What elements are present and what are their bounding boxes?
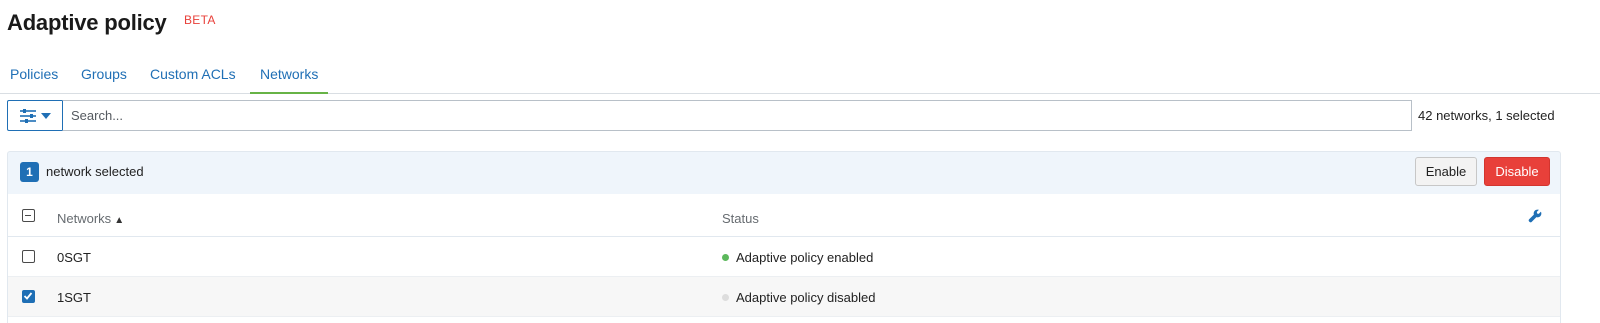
page-title: Adaptive policy (7, 10, 167, 35)
row-checkbox[interactable] (22, 250, 35, 263)
select-all-checkbox[interactable] (22, 209, 35, 222)
tab-custom-acls[interactable]: Custom ACLs (140, 56, 246, 94)
row-checkbox[interactable] (22, 290, 35, 303)
table-header: Networks ▲ Status (8, 194, 1560, 237)
tab-bar: Policies Groups Custom ACLs Networks (0, 56, 1600, 94)
table-row[interactable]: 0SGT Adaptive policy enabled (8, 237, 1560, 277)
selection-bar: 1 network selected Enable Disable (7, 151, 1561, 194)
selected-label: network selected (46, 164, 144, 179)
tab-policies[interactable]: Policies (0, 56, 68, 94)
status-disabled-dot-icon (722, 294, 729, 301)
network-name: 0SGT (57, 250, 91, 265)
network-count: 42 networks, 1 selected (1418, 108, 1555, 123)
enable-button[interactable]: Enable (1415, 157, 1477, 186)
network-status: Adaptive policy enabled (736, 250, 874, 265)
checkmark-icon (23, 292, 33, 300)
networks-table: Networks ▲ Status 0SGT Adaptive policy en… (7, 194, 1561, 323)
caret-down-icon (41, 113, 51, 119)
network-name: 1SGT (57, 290, 91, 305)
table-row[interactable]: 1SGT Adaptive policy disabled (8, 277, 1560, 317)
tab-networks[interactable]: Networks (250, 56, 329, 94)
network-status: Adaptive policy disabled (736, 290, 876, 305)
column-header-networks[interactable]: Networks ▲ (57, 211, 124, 226)
selected-count-badge: 1 (20, 162, 39, 182)
search-input[interactable] (62, 100, 1412, 131)
filter-button[interactable] (7, 100, 63, 131)
column-header-status: Status (722, 211, 759, 226)
sliders-icon (20, 109, 36, 123)
tab-groups[interactable]: Groups (71, 56, 137, 94)
status-enabled-dot-icon (722, 254, 729, 261)
beta-badge: BETA (184, 13, 216, 27)
column-networks-label: Networks (57, 211, 112, 226)
disable-button[interactable]: Disable (1484, 157, 1550, 186)
wrench-icon[interactable] (1528, 209, 1542, 223)
sort-ascending-icon: ▲ (114, 215, 125, 226)
